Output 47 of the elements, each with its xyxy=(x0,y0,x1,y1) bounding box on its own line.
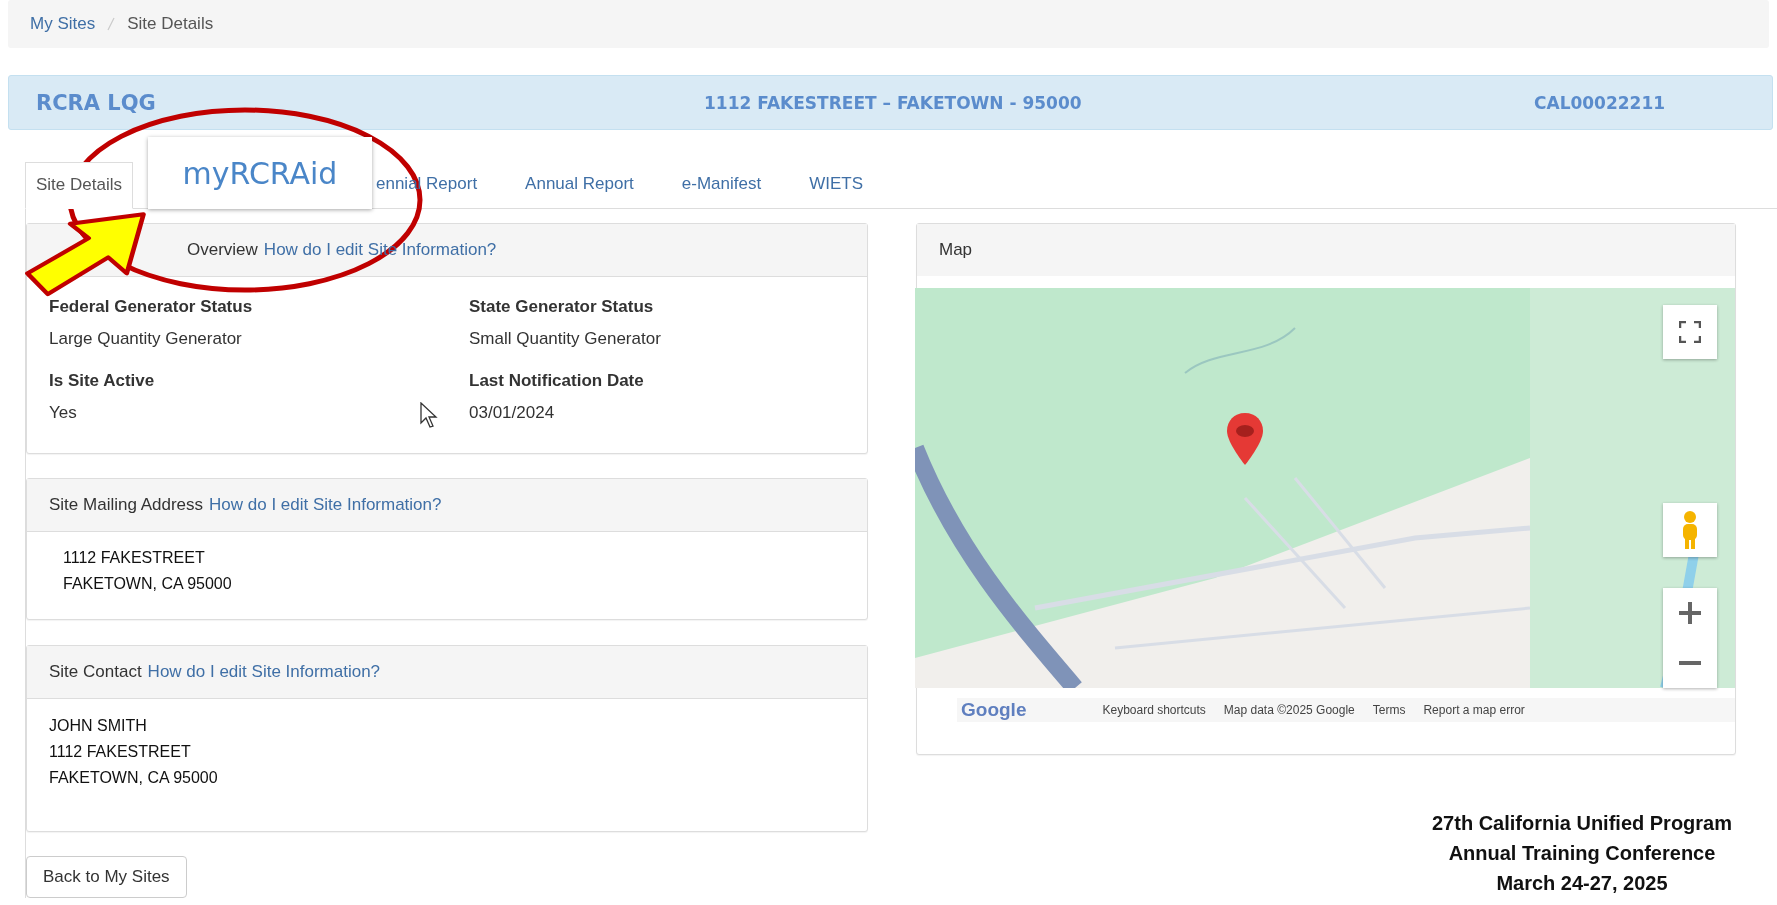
help-link[interactable]: How do I edit Site Information? xyxy=(147,662,381,682)
tab[interactable]: Site Details xyxy=(25,162,133,209)
site-address: 1112 FAKESTREET – FAKETOWN - 95000 xyxy=(704,92,1083,113)
field-value: Small Quantity Generator xyxy=(469,329,661,349)
callout-tooltip: myRCRAid xyxy=(148,137,372,209)
back-button[interactable]: Back to My Sites xyxy=(26,856,187,898)
address-line: 1112 FAKESTREET xyxy=(63,548,206,568)
map-pin-icon[interactable] xyxy=(1225,411,1265,467)
breadcrumb-current: Site Details xyxy=(127,14,214,34)
map-logo: Google xyxy=(960,699,1027,721)
field-value: Yes xyxy=(49,403,77,423)
conference-caption: 27th California Unified Program xyxy=(1431,811,1733,836)
contact-line: 1112 FAKESTREET xyxy=(49,742,192,762)
tab[interactable]: Annual Report xyxy=(514,161,645,208)
tab[interactable]: WIETS xyxy=(798,161,874,208)
separator-icon xyxy=(107,17,116,31)
zoom-in-button[interactable] xyxy=(1663,588,1717,638)
map-attribution-link[interactable]: Terms xyxy=(1372,703,1406,717)
fullscreen-icon xyxy=(1679,321,1701,343)
mouse-cursor-icon xyxy=(420,402,440,428)
map-attribution-link[interactable]: Report a map error xyxy=(1423,703,1525,717)
panel-title: Overview xyxy=(187,240,258,260)
minus-icon xyxy=(1678,660,1702,666)
map-attribution-link[interactable]: Keyboard shortcuts xyxy=(1102,703,1206,717)
tab[interactable]: e-Manifest xyxy=(670,161,773,208)
panel-title: Map xyxy=(939,240,973,260)
site-type: RCRA LQG xyxy=(36,90,157,115)
field-label: Is Site Active xyxy=(49,371,155,391)
conference-caption: March 24-27, 2025 xyxy=(1496,871,1668,896)
field-value: Large Quantity Generator xyxy=(49,329,242,349)
contact-line: JOHN SMITH xyxy=(49,716,148,736)
epa-id: CAL00022211 xyxy=(1534,92,1666,113)
field-label: State Generator Status xyxy=(469,297,654,317)
panel-title: Site Contact xyxy=(49,662,142,682)
breadcrumb-link[interactable]: My Sites xyxy=(30,14,96,34)
contact-line: FAKETOWN, CA 95000 xyxy=(49,768,219,788)
field-label: Federal Generator Status xyxy=(49,297,253,317)
panel-title: Site Mailing Address xyxy=(49,495,204,515)
field-value: 03/01/2024 xyxy=(469,403,555,423)
help-link[interactable]: How do I edit Site Information? xyxy=(209,495,442,515)
fullscreen-button[interactable] xyxy=(1663,305,1717,359)
conference-caption: Annual Training Conference xyxy=(1448,841,1716,866)
address-line: FAKETOWN, CA 95000 xyxy=(63,574,233,594)
plus-icon xyxy=(1678,601,1702,625)
map-attribution-link[interactable]: Map data ©2025 Google xyxy=(1223,703,1355,717)
zoom-out-button[interactable] xyxy=(1663,638,1717,688)
field-label: Last Notification Date xyxy=(469,371,644,391)
